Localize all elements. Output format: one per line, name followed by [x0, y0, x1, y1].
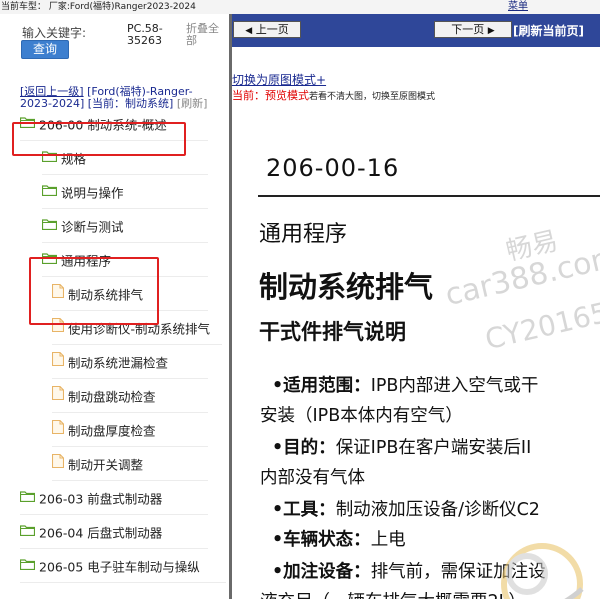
- tree-item-label: 206-04 后盘式制动器: [39, 525, 163, 541]
- view-mode-status: 当前：预览模式若看不清大图，切换至原图模式: [232, 87, 435, 103]
- search-button[interactable]: 查询: [21, 40, 69, 59]
- doc-subtitle: 干式件排气说明: [259, 320, 406, 344]
- tree-item-label: 通用程序: [61, 253, 112, 269]
- doc-bullet-key: •车辆状态：: [272, 530, 371, 550]
- doc-bullet-line: •工具：制动液加压设备/诊断仪C2: [272, 496, 540, 521]
- tree-item-label: 使用诊断仪-制动系统排气: [68, 321, 211, 337]
- tree-item-label: 制动盘厚度检查: [68, 423, 156, 439]
- watermark-line-3: CY20165: [482, 295, 600, 357]
- doc-bullet-key: •工具：: [272, 500, 336, 520]
- tree-item-label: 制动开关调整: [68, 457, 144, 473]
- doc-bullet-text: 上电: [370, 530, 406, 550]
- search-area: 输入关键字: 查询 PC.58-35263 折叠全部: [0, 14, 229, 86]
- doc-bullet-text: 内部没有气体: [260, 468, 365, 488]
- page-toolbar: ◀ 上一页 下一页 ▶ [刷新当前页]: [232, 14, 600, 47]
- doc-bullet-line: 安装（IPB本体内有空气）: [260, 402, 463, 427]
- top-info-bar: 当前车型： 厂家:Ford(福特)Ranger2023-2024 菜单: [0, 0, 600, 14]
- manual-page-image: 206-00-16 通用程序 制动系统排气 干式件排气说明 •适用范围：IPB内…: [232, 114, 600, 599]
- folder-icon: [41, 211, 58, 241]
- tree-item-3[interactable]: 诊断与测试: [41, 211, 208, 243]
- current-category: [当前：制动系统]: [87, 97, 174, 110]
- refresh-link[interactable]: [刷新]: [177, 97, 208, 110]
- tree-item-label: 规格: [61, 151, 87, 167]
- doc-bullet-line: •适用范围：IPB内部进入空气或干: [272, 372, 538, 397]
- document-icon: [51, 347, 65, 377]
- content-panel: ◀ 上一页 下一页 ▶ [刷新当前页] 切换为原图模式+ 当前：预览模式若看不清…: [232, 14, 600, 599]
- tree-item-5[interactable]: 制动系统排气: [51, 279, 208, 311]
- current-vehicle-label: 当前车型： 厂家:Ford(福特)Ranger2023-2024: [1, 2, 196, 12]
- folder-icon: [19, 109, 36, 139]
- refresh-current-page-link[interactable]: [刷新当前页]: [513, 22, 584, 39]
- tree-item-label: 说明与操作: [61, 185, 124, 201]
- folder-icon: [41, 143, 58, 173]
- tree-item-label: 206-05 电子驻车制动与操纵: [39, 559, 200, 575]
- prev-page-button[interactable]: ◀ 上一页: [233, 21, 301, 38]
- tree-item-label: 诊断与测试: [61, 219, 124, 235]
- tree-item-2[interactable]: 说明与操作: [41, 177, 208, 209]
- watermark-logo-icon: [501, 543, 584, 599]
- doc-title: 制动系统排气: [259, 270, 434, 304]
- tree-item-label: 制动系统排气: [68, 287, 144, 303]
- doc-bullet-text: 安装（IPB本体内有空气）: [260, 406, 463, 426]
- menu-link[interactable]: 菜单: [508, 0, 528, 14]
- left-nav-panel: 输入关键字: 查询 PC.58-35263 折叠全部 [返回上一级] [Ford…: [0, 14, 229, 599]
- folder-icon: [41, 177, 58, 207]
- pc-code-label: PC.58-35263: [127, 22, 163, 47]
- arrow-right-icon: ▶: [487, 26, 495, 36]
- tree-item-6[interactable]: 使用诊断仪-制动系统排气: [51, 313, 222, 345]
- current-mode: 预览模式: [265, 89, 309, 102]
- document-icon: [51, 381, 65, 411]
- nav-breadcrumb: [返回上一级] [Ford(福特)-Ranger-2023-2024] [当前：…: [20, 86, 220, 110]
- folder-icon: [19, 517, 36, 547]
- folder-icon: [41, 245, 58, 275]
- doc-bullet-line: 液充足（一辆车排气大概需要2L）: [260, 588, 526, 599]
- doc-bullet-line: •车辆状态：上电: [272, 526, 406, 551]
- doc-bullet-line: •目的：保证IPB在客户端安装后II: [272, 434, 531, 459]
- tree-item-1[interactable]: 规格: [41, 143, 208, 175]
- tree-item-4[interactable]: 通用程序: [41, 245, 208, 277]
- tree-item-0[interactable]: 206-00 制动系统-概述: [19, 109, 208, 141]
- next-page-label: 下一页: [451, 23, 485, 36]
- document-icon: [51, 415, 65, 445]
- search-keyword-label: 输入关键字:: [22, 26, 87, 40]
- doc-bullet-text: 保证IPB在客户端安装后II: [335, 438, 532, 458]
- mode-hint: 若看不清大图，切换至原图模式: [309, 92, 436, 102]
- tree-item-13[interactable]: 206-05 电子驻车制动与操纵: [19, 551, 226, 583]
- doc-header-rule: [258, 195, 600, 197]
- tree-item-7[interactable]: 制动系统泄漏检查: [51, 347, 208, 379]
- tree-item-label: 206-00 制动系统-概述: [39, 117, 167, 133]
- tree-item-label: 制动盘跳动检查: [68, 389, 156, 405]
- doc-bullet-key: •适用范围：: [272, 376, 371, 396]
- doc-bullet-text: 液充足（一辆车排气大概需要2L）: [260, 592, 526, 599]
- tree-item-11[interactable]: 206-03 前盘式制动器: [19, 483, 208, 515]
- tree-item-10[interactable]: 制动开关调整: [51, 449, 208, 481]
- doc-bullet-line: 内部没有气体: [260, 464, 365, 489]
- document-icon: [51, 279, 65, 309]
- document-icon: [51, 313, 65, 343]
- fold-all-link[interactable]: 折叠全部: [186, 23, 226, 47]
- folder-icon: [19, 551, 36, 581]
- doc-bullet-text: IPB内部进入空气或干: [370, 376, 539, 396]
- tree-item-12[interactable]: 206-04 后盘式制动器: [19, 517, 208, 549]
- tree-item-label: 制动系统泄漏检查: [68, 355, 169, 371]
- arrow-left-icon: ◀: [245, 26, 253, 36]
- doc-bullet-text: 制动液加压设备/诊断仪C2: [335, 500, 540, 520]
- prev-page-label: 上一页: [255, 23, 289, 36]
- doc-bullet-key: •目的：: [272, 438, 336, 458]
- document-icon: [51, 449, 65, 479]
- switch-original-mode-link[interactable]: 切换为原图模式+: [232, 71, 326, 88]
- doc-section-title: 通用程序: [259, 222, 348, 247]
- current-prefix: 当前：: [232, 89, 265, 102]
- next-page-button[interactable]: 下一页 ▶: [434, 21, 512, 38]
- tree-item-9[interactable]: 制动盘厚度检查: [51, 415, 208, 447]
- tree-item-label: 206-03 前盘式制动器: [39, 491, 163, 507]
- folder-icon: [19, 483, 36, 513]
- doc-bullet-key: •加注设备：: [272, 562, 371, 582]
- doc-page-code: 206-00-16: [266, 154, 400, 182]
- tree-item-8[interactable]: 制动盘跳动检查: [51, 381, 208, 413]
